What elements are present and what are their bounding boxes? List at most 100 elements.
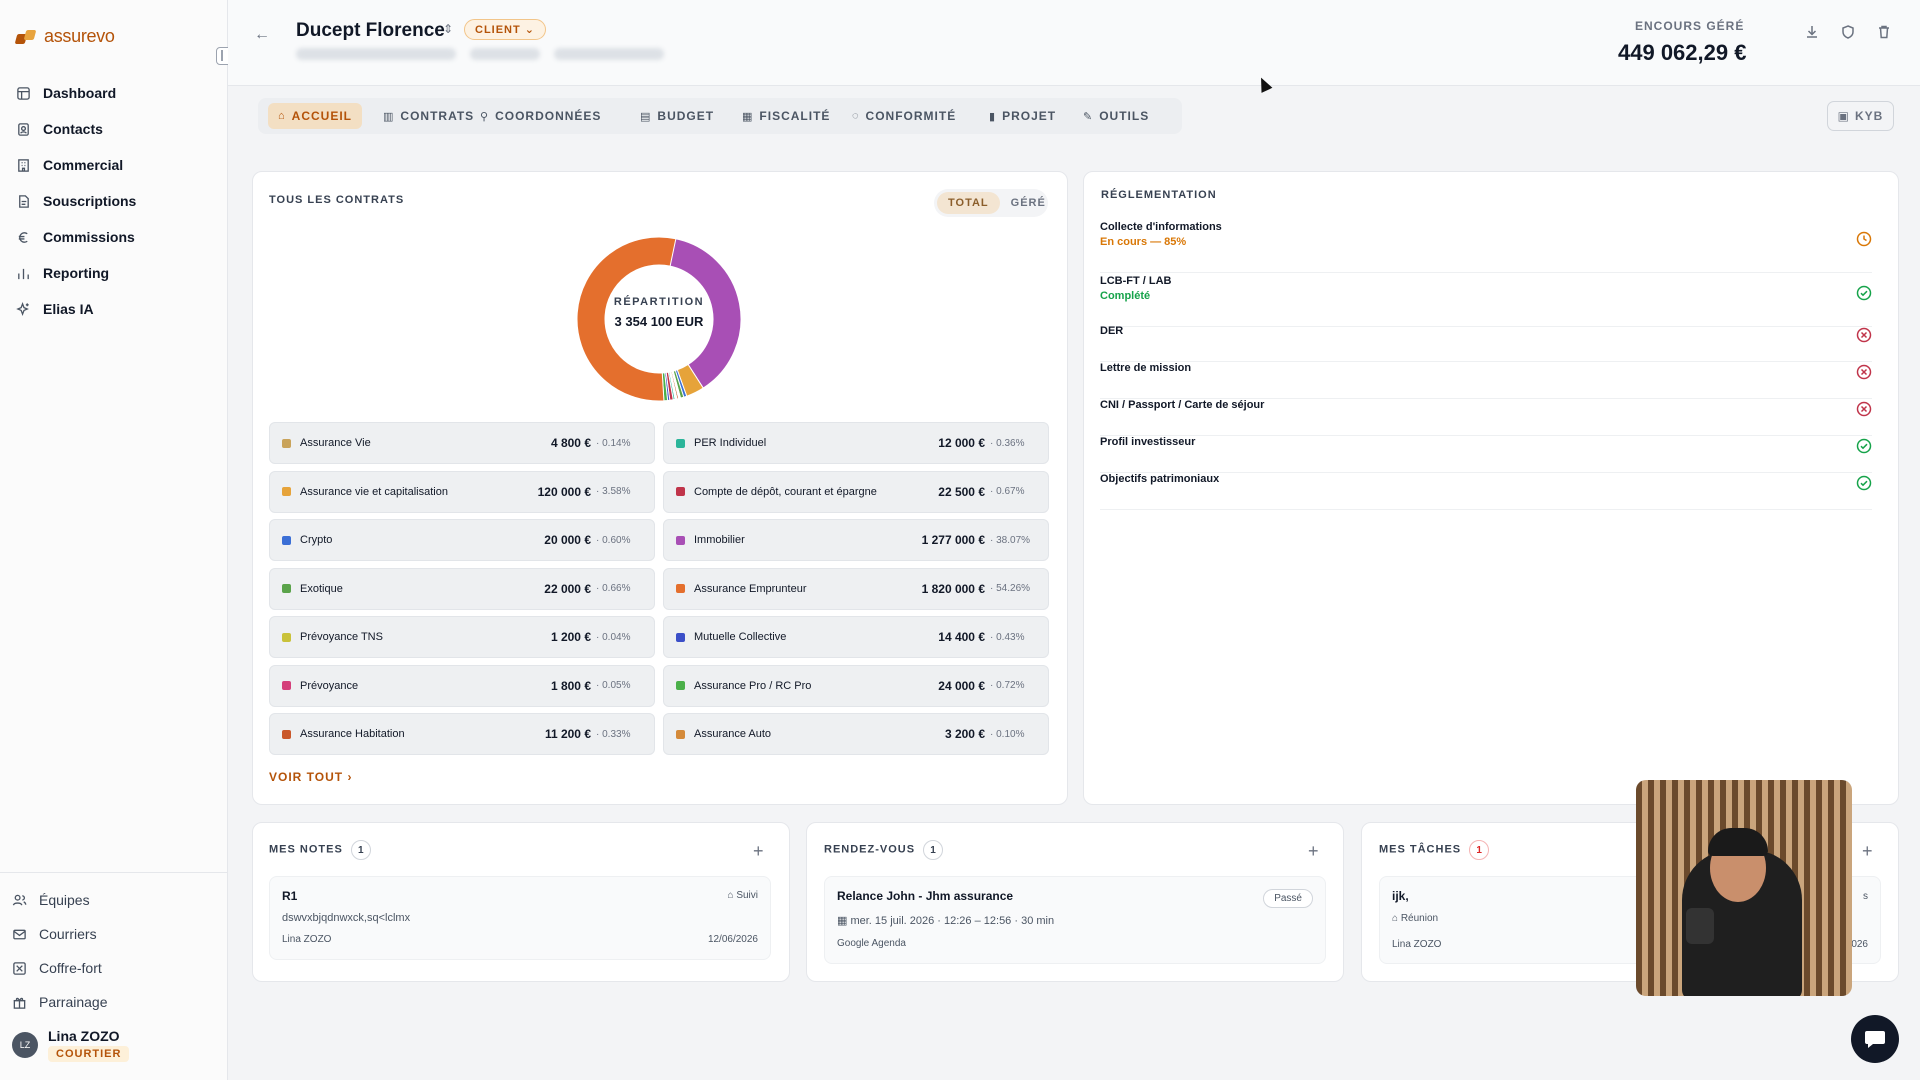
sidebar-item-commissions[interactable]: Commissions [16,219,216,255]
contract-category-row[interactable]: Assurance Habitation 11 200 € · 0.33% [269,713,655,755]
avatar: LZ [12,1032,38,1058]
sidebar-item-label: Courriers [39,926,97,942]
users-icon [12,893,27,908]
contract-category-row[interactable]: Prévoyance TNS 1 200 € · 0.04% [269,616,655,658]
kyb-label: KYB [1855,109,1884,123]
toggle-total[interactable]: TOTAL [937,192,1000,214]
trash-icon[interactable] [1876,24,1892,40]
tab-budget[interactable]: ▤ BUDGET [630,103,724,129]
contract-category-row[interactable]: Assurance Emprunteur 1 820 000 € · 54.26% [663,567,1049,610]
download-icon[interactable] [1804,24,1820,40]
compliance-row[interactable]: DER [1100,325,1872,362]
client-type-badge[interactable]: CLIENT ⌄ [464,19,547,40]
kyb-button[interactable]: ▣ KYB [1827,101,1894,131]
sidebar-item-souscriptions[interactable]: Souscriptions [16,183,216,219]
contract-category-row[interactable]: Immobilier 1 277 000 € · 38.07% [663,519,1049,561]
category-name: Exotique [300,582,343,595]
tab-accueil[interactable]: ⌂ ACCUEIL [268,103,362,129]
app-logo[interactable]: assurevo [16,26,115,47]
compliance-row[interactable]: Lettre de mission [1100,362,1872,399]
sidebar-item-label: Dashboard [43,85,117,101]
category-name: Immobilier [694,534,745,546]
contracts-title: TOUS LES CONTRATS [269,194,405,206]
notes-title: MES NOTES 1 [269,840,371,860]
notes-count: 1 [350,840,371,860]
category-name: Assurance Habitation [300,728,405,740]
category-value: 12 000 € [938,436,985,450]
sidebar-item--quipes[interactable]: Équipes [12,883,212,917]
contract-category-row[interactable]: Assurance vie et capitalisation 120 000 €… [269,470,655,513]
back-arrow-icon[interactable]: ← [254,26,270,44]
sidebar: assurevo Dashboard Contacts Commercial Sous… [0,0,228,1080]
category-color-swatch [282,632,291,642]
compliance-row[interactable]: Profil investisseur [1100,436,1872,473]
sidebar-item-parrainage[interactable]: Parrainage [12,985,212,1019]
tab-coordonnees[interactable]: ⚲ COORDONNÉES [470,103,611,129]
category-percent: · 0.33% [596,728,631,740]
total-gere-toggle[interactable]: TOTAL GÉRÉ [934,189,1048,217]
contract-category-row[interactable]: Exotique 22 000 € · 0.66% [269,567,655,610]
client-name: Ducept Florence [296,20,445,41]
shield-icon[interactable] [1840,24,1856,40]
microphone-icon [1686,908,1714,944]
user-profile[interactable]: LZ Lina ZOZO COURTIER [12,1028,130,1062]
note-item[interactable]: R1 ⌂ Suivi dswvxbjqdnwxck,sq<lclmx Lina … [269,876,771,960]
contract-category-row[interactable]: Mutuelle Collective 14 400 € · 0.43% [663,616,1049,658]
compliance-name: CNI / Passport / Carte de séjour [1100,399,1265,411]
sidebar-item-commercial[interactable]: Commercial [16,147,216,183]
client-tabs: ⌂ ACCUEIL ▥ CONTRATS ⚲ COORDONNÉES ▤ BUDGET ▦ FIS… [258,98,1182,134]
x-circle-icon [1856,327,1872,343]
task-status: s [1863,891,1868,902]
category-name: Assurance Emprunteur [694,582,807,595]
tab-projet[interactable]: ▮ PROJET [979,103,1066,129]
contract-category-row[interactable]: Assurance Vie 4 800 € · 0.14% [269,422,655,464]
x-circle-icon [1856,364,1872,380]
contract-category-row[interactable]: PER Individuel 12 000 € · 0.36% [663,422,1049,464]
category-percent: · 0.36% [990,437,1025,449]
check-circle-icon [1856,285,1872,301]
category-name: Prévoyance TNS [300,631,383,643]
sidebar-item-label: Commercial [43,157,124,173]
sidebar-divider [0,872,228,873]
compliance-row[interactable]: LCB-FT / LAB Complété [1100,275,1872,327]
sidebar-item-contacts[interactable]: Contacts [16,111,216,147]
compliance-row[interactable]: Objectifs patrimoniaux [1100,473,1872,510]
category-value: 1 800 € [550,678,591,693]
tab-fiscalite[interactable]: ▦ FISCALITÉ [732,103,840,129]
contract-category-row[interactable]: Assurance Pro / RC Pro 24 000 € · 0.72% [663,664,1049,707]
sidebar-bottom-nav: Équipes Courriers Coffre-fort Parrainage [12,883,212,1019]
sidebar-item-courriers[interactable]: Courriers [12,917,212,951]
switch-client-icon[interactable]: ⇕ [443,22,453,36]
category-name: Assurance Pro / RC Pro [694,679,812,692]
contract-category-row[interactable]: Assurance Auto 3 200 € · 0.10% [663,713,1049,755]
tab-contrats[interactable]: ▥ CONTRATS [373,103,484,129]
tag-icon: ⌂ [1392,913,1399,924]
compliance-name: Objectifs patrimoniaux [1100,473,1220,485]
add-task-icon[interactable]: + [1862,841,1873,862]
sidebar-item-reporting[interactable]: Reporting [16,255,216,291]
user-name: Lina ZOZO [48,1028,120,1044]
category-color-swatch [282,681,291,690]
sidebar-item-coffre-fort[interactable]: Coffre-fort [12,951,212,985]
contract-category-row[interactable]: Prévoyance 1 800 € · 0.05% [269,664,655,707]
sidebar-item-dashboard[interactable]: Dashboard [16,75,216,111]
category-color-swatch [676,632,685,642]
rdv-item[interactable]: Relance John - Jhm assurance Passé ▦ mer… [824,876,1326,964]
compliance-row[interactable]: CNI / Passport / Carte de séjour [1100,399,1872,436]
voir-tout-link[interactable]: VOIR TOUT › [269,770,352,784]
sidebar-item-elias-ia[interactable]: Elias IA [16,291,216,327]
tab-conformite[interactable]: ◌ CONFORMITÉ [842,103,966,129]
add-note-icon[interactable]: + [753,841,764,862]
category-name: Compte de dépôt, courant et épargne [694,485,877,498]
tab-icon: ◌ [852,110,860,122]
contract-category-row[interactable]: Compte de dépôt, courant et épargne 22 50… [663,470,1049,513]
chat-button[interactable] [1851,1015,1899,1063]
tab-outils[interactable]: ✎ OUTILS [1073,103,1159,129]
contract-category-row[interactable]: Crypto 20 000 € · 0.60% [269,519,655,561]
toggle-gere[interactable]: GÉRÉ [1000,192,1057,214]
add-rdv-icon[interactable]: + [1308,841,1319,862]
notes-title-label: MES NOTES [269,843,343,856]
compliance-row[interactable]: Collecte d'informations En cours — 85% [1100,221,1872,273]
tasks-count: 1 [1469,840,1490,860]
app-name: assurevo [44,26,115,46]
